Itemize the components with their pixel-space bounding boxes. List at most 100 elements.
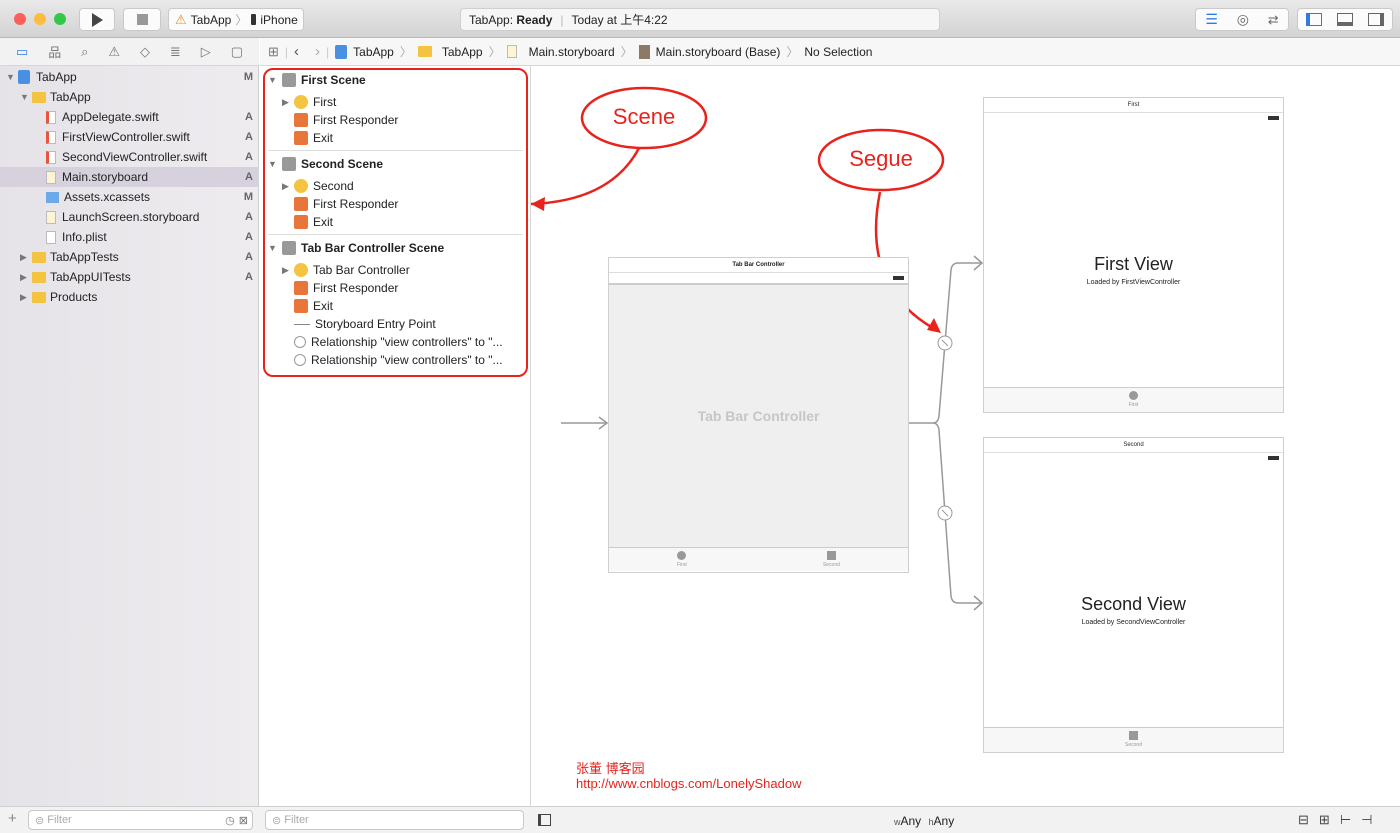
navigator-item[interactable]: FirstViewController.swift A — [0, 127, 259, 147]
version-editor-icon[interactable]: ⇄ — [1268, 12, 1279, 28]
second-view-scene[interactable]: Second Second View Loaded by SecondViewC… — [983, 437, 1284, 753]
breakpoint-navigator-icon[interactable]: ▷ — [201, 44, 211, 60]
resolve-issues-icon[interactable]: ⊣ — [1361, 812, 1372, 828]
scm-status: M — [243, 71, 253, 83]
test-navigator-icon[interactable]: ◇ — [140, 44, 150, 60]
jump-item[interactable]: No Selection — [804, 45, 872, 59]
run-button[interactable] — [79, 8, 115, 31]
jump-item[interactable]: TabApp — [353, 45, 394, 59]
scene-title: Tab Bar Controller — [609, 258, 908, 273]
scm-status-icon[interactable]: ⊠ — [239, 814, 248, 827]
debug-toggle-icon[interactable] — [1336, 13, 1353, 26]
circle-icon — [677, 551, 687, 560]
disclosure-triangle-icon[interactable]: ▼ — [6, 72, 18, 82]
navigator-item[interactable]: LaunchScreen.storyboard A — [0, 207, 259, 227]
bottom-bar: + ⊜ Filter ◷ ⊠ ⊜ Filter wAny hAny ⊟ ⊞ ⊢ ⊣ — [0, 806, 1400, 833]
tab-item-second[interactable]: Second — [823, 548, 840, 571]
jump-item[interactable]: Main.storyboard (Base) — [656, 45, 781, 59]
editor-mode-group: ☰ ◎ ⇄ — [1195, 8, 1289, 31]
close-button[interactable] — [14, 13, 26, 25]
stack-icon[interactable]: ⊟ — [1298, 812, 1309, 828]
debug-navigator-icon[interactable]: ≣ — [170, 44, 181, 60]
navigator-item[interactable]: SecondViewController.swift A — [0, 147, 259, 167]
iphone-icon — [251, 14, 257, 25]
tab-item-second[interactable]: Second — [984, 727, 1283, 752]
swift-file-icon — [46, 150, 56, 164]
storyboard-file-icon — [46, 170, 56, 184]
navigator-item-label: Products — [50, 290, 98, 304]
align-icon[interactable]: ⊞ — [1319, 812, 1330, 828]
tab-bar-controller-body: Tab Bar Controller — [609, 285, 908, 547]
disclosure-triangle-icon[interactable]: ▶ — [20, 292, 32, 303]
plist-file-icon — [46, 230, 56, 244]
navigator-item[interactable]: AppDelegate.swift A — [0, 107, 259, 127]
scm-status: A — [245, 111, 253, 123]
scene-title: Second — [984, 438, 1283, 453]
report-navigator-icon[interactable]: ▢ — [231, 44, 243, 60]
scene-arrow — [531, 147, 641, 206]
related-items-icon[interactable]: ⊞ — [268, 44, 279, 60]
standard-editor-icon[interactable]: ☰ — [1205, 11, 1218, 28]
find-navigator-icon[interactable]: ⌕ — [81, 44, 88, 60]
disclosure-triangle-icon[interactable]: ▶ — [20, 272, 32, 283]
first-view-scene[interactable]: First First View Loaded by FirstViewCont… — [983, 97, 1284, 413]
navigator-item[interactable]: ▶ TabAppUITests A — [0, 267, 259, 287]
folder-icon — [32, 91, 46, 103]
document-outline: ▼ First Scene ▶ First First Responder Exit ▼ Se… — [260, 66, 531, 806]
navigator-item[interactable]: ▼ TabApp — [0, 87, 259, 107]
folder-icon — [32, 291, 46, 303]
navigator-item-label: AppDelegate.swift — [62, 110, 159, 124]
second-view-subtitle: Loaded by SecondViewController — [1081, 619, 1186, 626]
battery-icon — [1268, 116, 1279, 120]
scm-status: A — [245, 131, 253, 143]
size-class-selector[interactable]: wAny hAny — [894, 814, 954, 828]
jump-item[interactable]: TabApp — [442, 45, 483, 59]
navigator-item-label: TabAppUITests — [50, 270, 131, 284]
navigator-item-label: TabApp — [36, 70, 77, 84]
stop-icon — [136, 14, 148, 25]
utilities-toggle-icon[interactable] — [1368, 13, 1385, 26]
recent-files-icon[interactable]: ◷ — [225, 814, 235, 827]
project-navigator-icon[interactable]: ▭ — [16, 44, 28, 60]
tab-item-first[interactable]: First — [984, 387, 1283, 412]
navigator-item[interactable]: ▼ TabApp M — [0, 67, 259, 87]
jump-item[interactable]: Main.storyboard — [529, 45, 615, 59]
disclosure-triangle-icon[interactable]: ▼ — [20, 92, 32, 102]
navigator-filter-input[interactable]: ⊜ Filter ◷ ⊠ — [28, 810, 253, 830]
scm-status: A — [245, 151, 253, 163]
square-icon — [826, 551, 836, 560]
issue-navigator-icon[interactable]: ⚠ — [108, 44, 120, 60]
navigator-item-label: Info.plist — [62, 230, 107, 244]
tab-bar-controller-scene[interactable]: Tab Bar Controller Tab Bar Controller Fi… — [608, 257, 909, 573]
project-icon — [335, 44, 348, 59]
pin-icon[interactable]: ⊢ — [1340, 812, 1351, 828]
outline-toggle-icon[interactable] — [538, 814, 551, 826]
minimize-button[interactable] — [34, 13, 46, 25]
stop-button[interactable] — [123, 8, 161, 31]
zoom-button[interactable] — [54, 13, 66, 25]
assistant-editor-icon[interactable]: ◎ — [1237, 11, 1249, 28]
navigator-item-label: FirstViewController.swift — [62, 130, 190, 144]
navigator-item[interactable]: Info.plist A — [0, 227, 259, 247]
outline-filter-input[interactable]: ⊜ Filter — [265, 810, 524, 830]
navigator-toggle-icon[interactable] — [1305, 13, 1322, 26]
navigator-item[interactable]: Main.storyboard A — [0, 167, 259, 187]
navigator-item[interactable]: ▶ Products — [0, 287, 259, 307]
project-icon — [18, 70, 30, 84]
navigator-item[interactable]: Assets.xcassets M — [0, 187, 259, 207]
battery-icon — [893, 276, 904, 280]
assets-icon — [46, 191, 59, 203]
storyboard-canvas[interactable]: Scene Segue Tab Bar Controller Tab Bar C… — [531, 66, 1400, 806]
navigator-item[interactable]: ▶ TabAppTests A — [0, 247, 259, 267]
navigator-item-label: SecondViewController.swift — [62, 150, 208, 164]
navigator-item-label: Main.storyboard — [62, 170, 149, 184]
forward-button[interactable]: › — [315, 43, 320, 60]
navigator-item-label: TabAppTests — [50, 250, 119, 264]
tab-item-first[interactable]: First — [677, 548, 687, 571]
disclosure-triangle-icon[interactable]: ▶ — [20, 252, 32, 263]
symbol-navigator-icon[interactable]: 品 — [48, 42, 61, 61]
scheme-selector[interactable]: ⚠ TabApp 〉 iPhone — [168, 8, 304, 31]
back-button[interactable]: ‹ — [294, 43, 299, 60]
scm-status: A — [245, 271, 253, 283]
add-button[interactable]: + — [8, 810, 17, 827]
